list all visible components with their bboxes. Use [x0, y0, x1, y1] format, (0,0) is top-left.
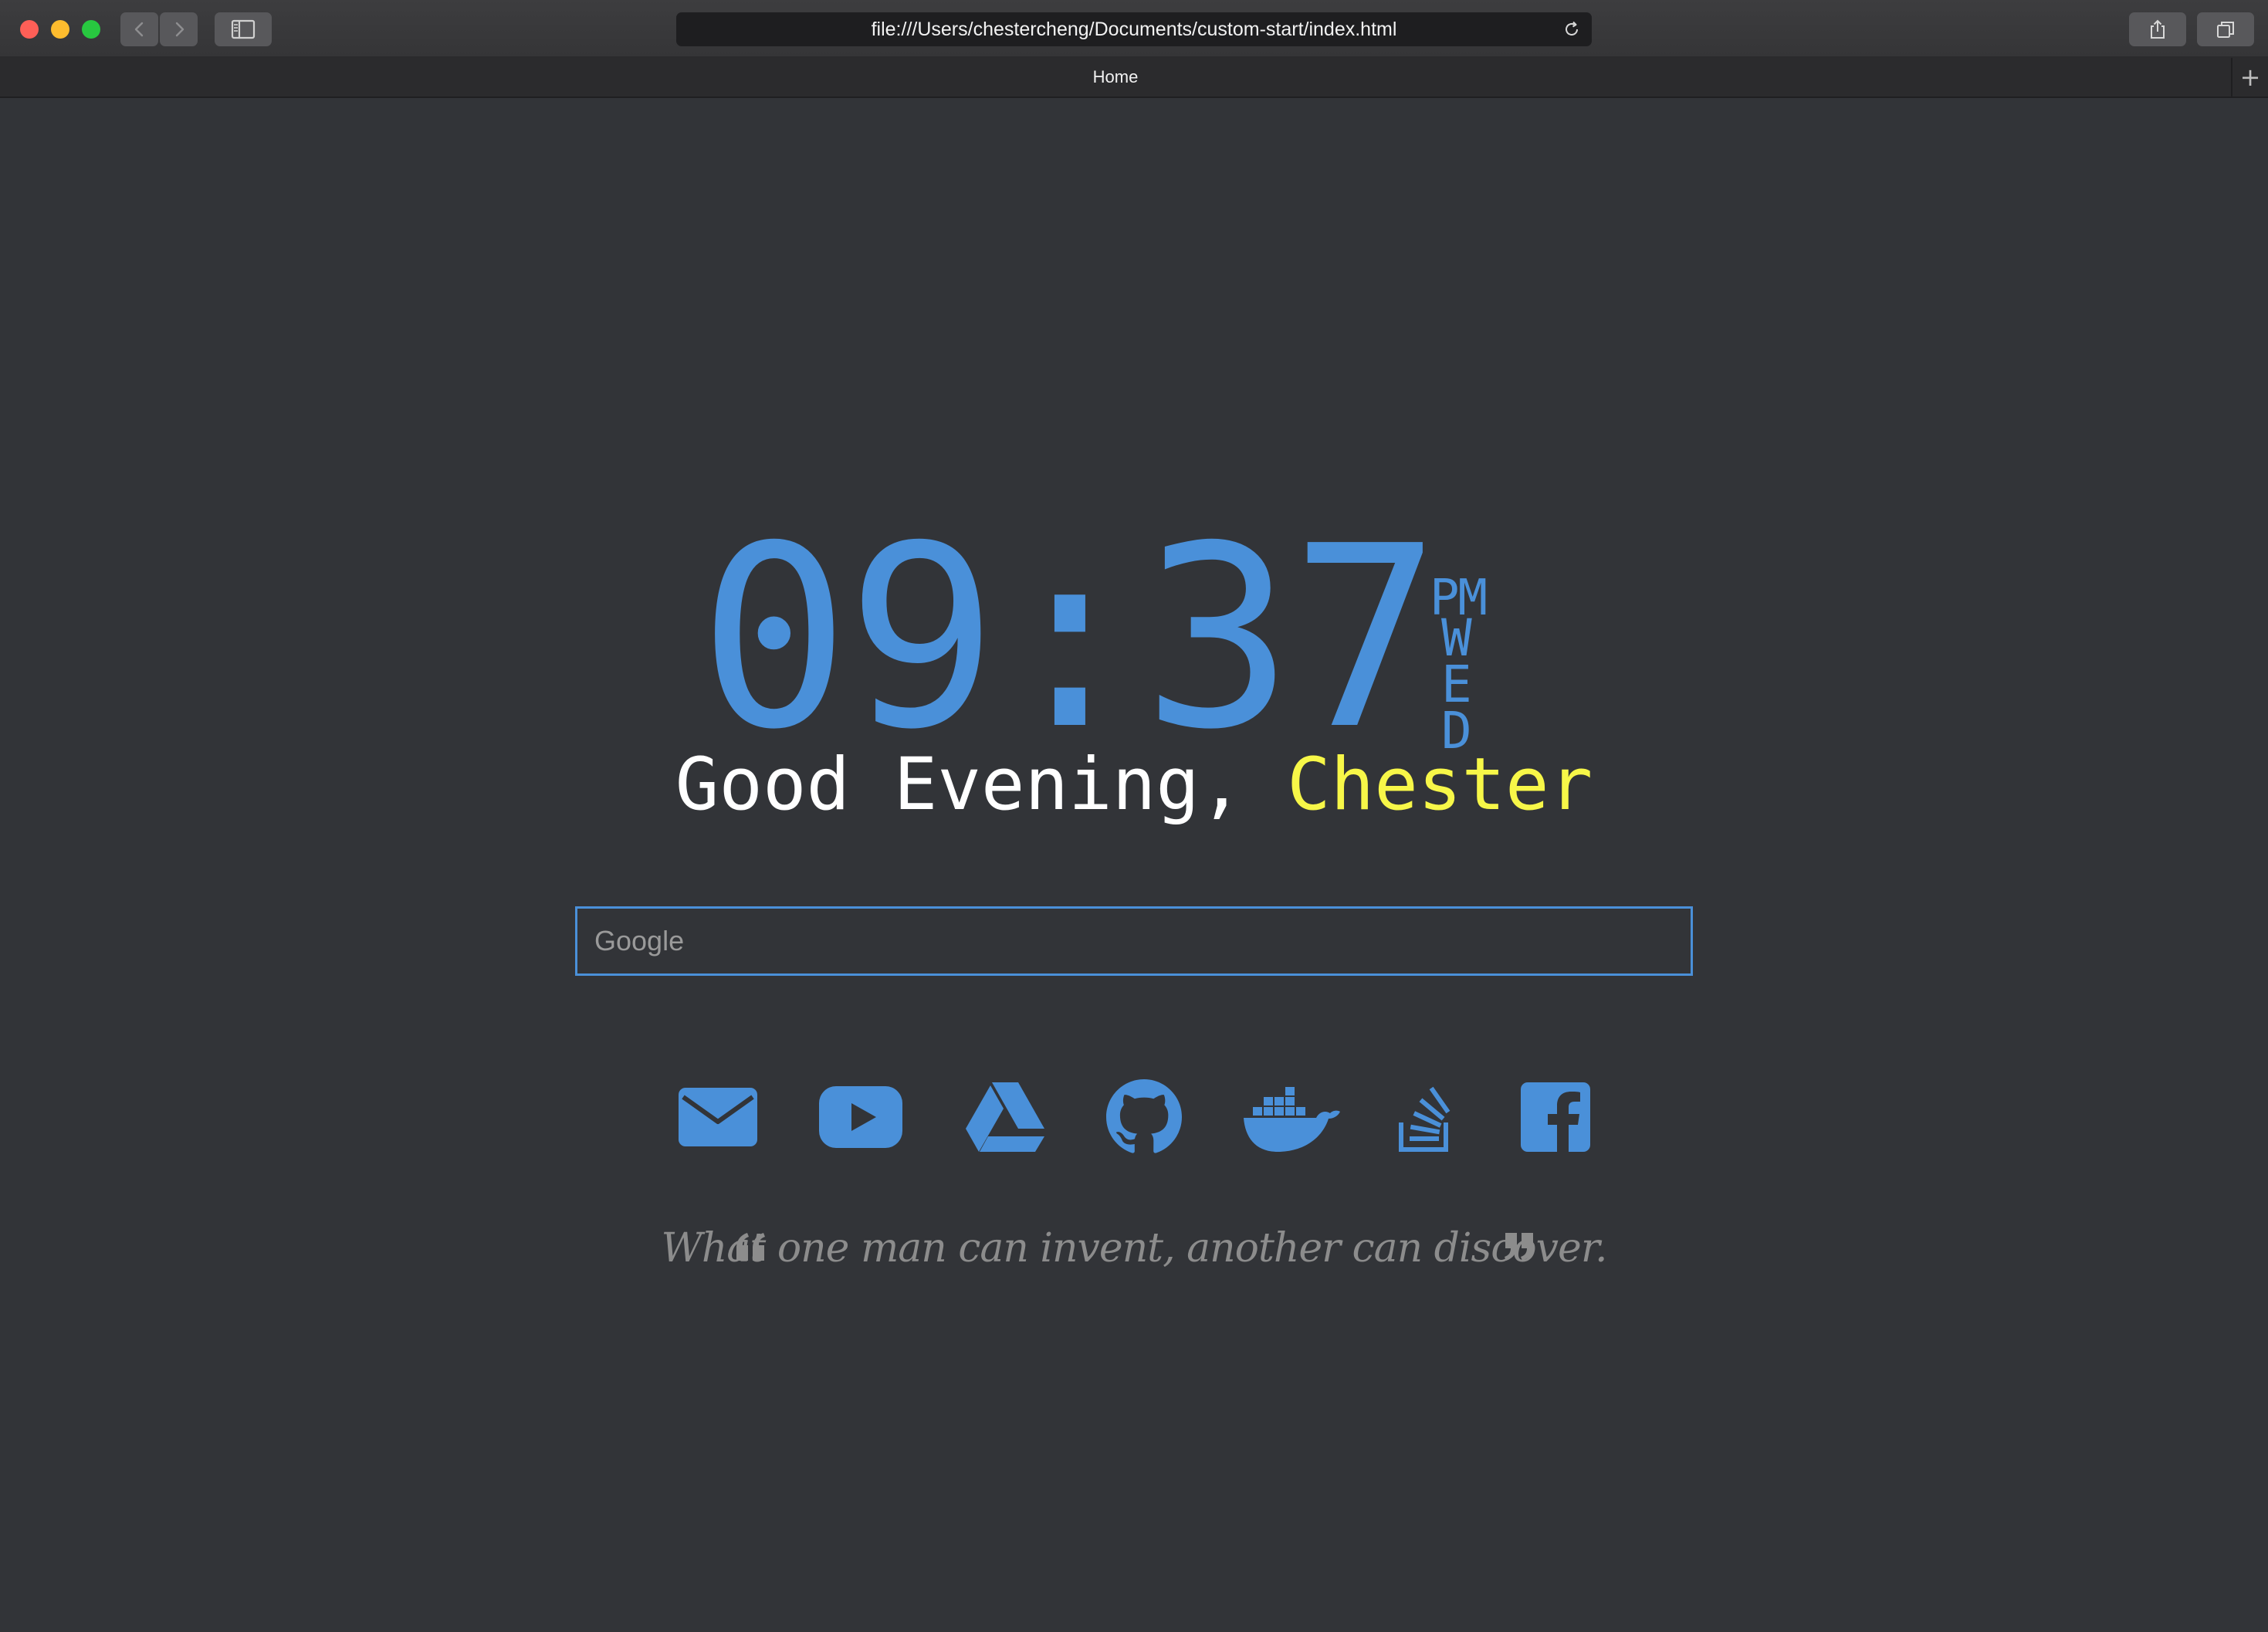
stackoverflow-icon	[1399, 1086, 1451, 1152]
github-link[interactable]	[1105, 1075, 1183, 1160]
stackoverflow-link[interactable]	[1394, 1075, 1456, 1160]
mail-icon	[679, 1088, 757, 1146]
docker-link[interactable]	[1241, 1075, 1342, 1160]
tab-bar: Home +	[0, 58, 2268, 98]
quick-links	[0, 1075, 2268, 1160]
browser-window: file:///Users/chestercheng/Documents/cus…	[0, 0, 2268, 1632]
close-window-button[interactable]	[20, 20, 39, 39]
docker-icon	[1244, 1087, 1340, 1152]
minimize-window-button[interactable]	[51, 20, 69, 39]
new-tab-button[interactable]: +	[2231, 58, 2268, 96]
quote: What one man can invent, another can dis…	[0, 1210, 2268, 1295]
youtube-link[interactable]	[818, 1075, 903, 1160]
back-button[interactable]	[120, 12, 158, 46]
maximize-window-button[interactable]	[82, 20, 100, 39]
greeting-name: Chester	[1287, 743, 1593, 827]
facebook-icon	[1521, 1082, 1590, 1152]
start-page: 09:37 PM WED Good Evening, Chester Googl…	[0, 98, 2268, 1632]
mail-link[interactable]	[678, 1075, 758, 1160]
greeting: Good Evening, Chester	[0, 739, 2268, 831]
chevron-left-icon	[134, 22, 143, 37]
address-bar-url: file:///Users/chestercheng/Documents/cus…	[871, 18, 1397, 40]
chevron-right-icon	[175, 22, 184, 37]
github-icon	[1106, 1079, 1182, 1153]
forward-button[interactable]	[160, 12, 198, 46]
show-tabs-button[interactable]	[2197, 12, 2254, 46]
search-input[interactable]	[575, 906, 1693, 976]
google-drive-link[interactable]	[965, 1075, 1045, 1160]
browser-toolbar: file:///Users/chestercheng/Documents/cus…	[0, 0, 2268, 58]
tab-home[interactable]: Home	[0, 58, 2231, 96]
sidebar-icon	[231, 19, 256, 39]
close-quote-icon	[1505, 1233, 1533, 1261]
sidebar-toggle-button[interactable]	[215, 12, 272, 46]
reload-icon[interactable]	[1562, 20, 1581, 39]
tab-title: Home	[1092, 67, 1139, 86]
greeting-salutation: Good Evening,	[675, 743, 1244, 827]
quote-text: What one man can invent, another can dis…	[661, 1225, 1607, 1271]
clock-weekday: WED	[1441, 608, 1472, 760]
google-drive-icon	[966, 1082, 1044, 1152]
youtube-icon	[819, 1086, 902, 1148]
facebook-link[interactable]	[1519, 1075, 1592, 1160]
share-icon	[2151, 19, 2165, 39]
tabs-overview-icon	[2217, 22, 2234, 38]
navigation-buttons	[120, 12, 199, 46]
share-button[interactable]	[2129, 12, 2186, 46]
address-bar[interactable]: file:///Users/chestercheng/Documents/cus…	[676, 12, 1592, 46]
